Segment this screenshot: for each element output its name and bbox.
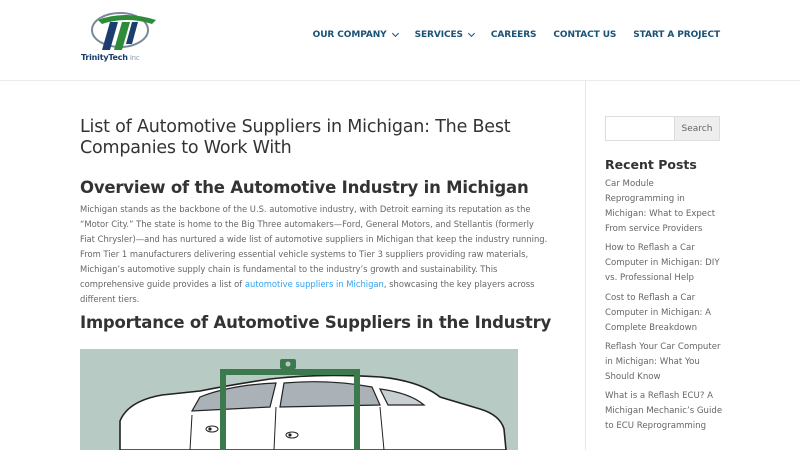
search-input[interactable]: [605, 116, 675, 141]
logo-text: TrinityTech: [81, 53, 128, 62]
section-heading-overview: Overview of the Automotive Industry in M…: [80, 178, 529, 197]
nav-label: SERVICES: [414, 30, 463, 40]
recent-posts-title: Recent Posts: [605, 157, 697, 172]
chevron-down-icon: [391, 29, 399, 38]
page-title: List of Automotive Suppliers in Michigan…: [80, 117, 511, 158]
main-nav: OUR COMPANY SERVICES CAREERS CONTACT US …: [296, 29, 720, 40]
recent-post-link[interactable]: Reflash Your Car Computer in Michigan: W…: [605, 340, 725, 385]
nav-careers[interactable]: CAREERS: [491, 30, 537, 40]
recent-post-link[interactable]: How to Reflash a Car Computer in Michiga…: [605, 241, 725, 286]
nav-label: START A PROJECT: [633, 30, 720, 40]
recent-post-link[interactable]: What is a Reflash ECU? A Michigan Mechan…: [605, 389, 725, 434]
automotive-suppliers-link[interactable]: automotive suppliers in Michigan: [245, 279, 384, 289]
recent-post-link[interactable]: Car Module Reprogramming in Michigan: Wh…: [605, 177, 725, 237]
car-lift-illustration: [80, 349, 518, 450]
recent-posts-list: Car Module Reprogramming in Michigan: Wh…: [605, 177, 725, 438]
nav-start-a-project[interactable]: START A PROJECT: [633, 30, 720, 40]
chevron-down-icon: [467, 29, 475, 38]
recent-post-link[interactable]: Cost to Reflash a Car Computer in Michig…: [605, 291, 725, 336]
nav-label: CAREERS: [490, 30, 537, 40]
site-header: TrinityTech Inc OUR COMPANY SERVICES CARE…: [0, 0, 800, 80]
sidebar-divider: [585, 80, 586, 450]
nav-label: OUR COMPANY: [312, 30, 387, 40]
nav-our-company[interactable]: OUR COMPANY: [312, 29, 399, 40]
trinitytech-logo[interactable]: TrinityTech Inc: [80, 6, 164, 66]
nav-services[interactable]: SERVICES: [414, 29, 475, 40]
search-button[interactable]: Search: [674, 116, 720, 141]
section-heading-importance: Importance of Automotive Suppliers in th…: [80, 313, 552, 332]
logo-mark-icon: [91, 12, 156, 50]
overview-paragraph: Michigan stands as the backbone of the U…: [80, 202, 550, 307]
nav-contact-us[interactable]: CONTACT US: [553, 30, 616, 40]
nav-label: CONTACT US: [553, 30, 617, 40]
logo-suffix: Inc: [129, 54, 140, 62]
car-on-lift-image: [119, 359, 507, 450]
paragraph-text: Michigan stands as the backbone of the U…: [80, 204, 548, 289]
